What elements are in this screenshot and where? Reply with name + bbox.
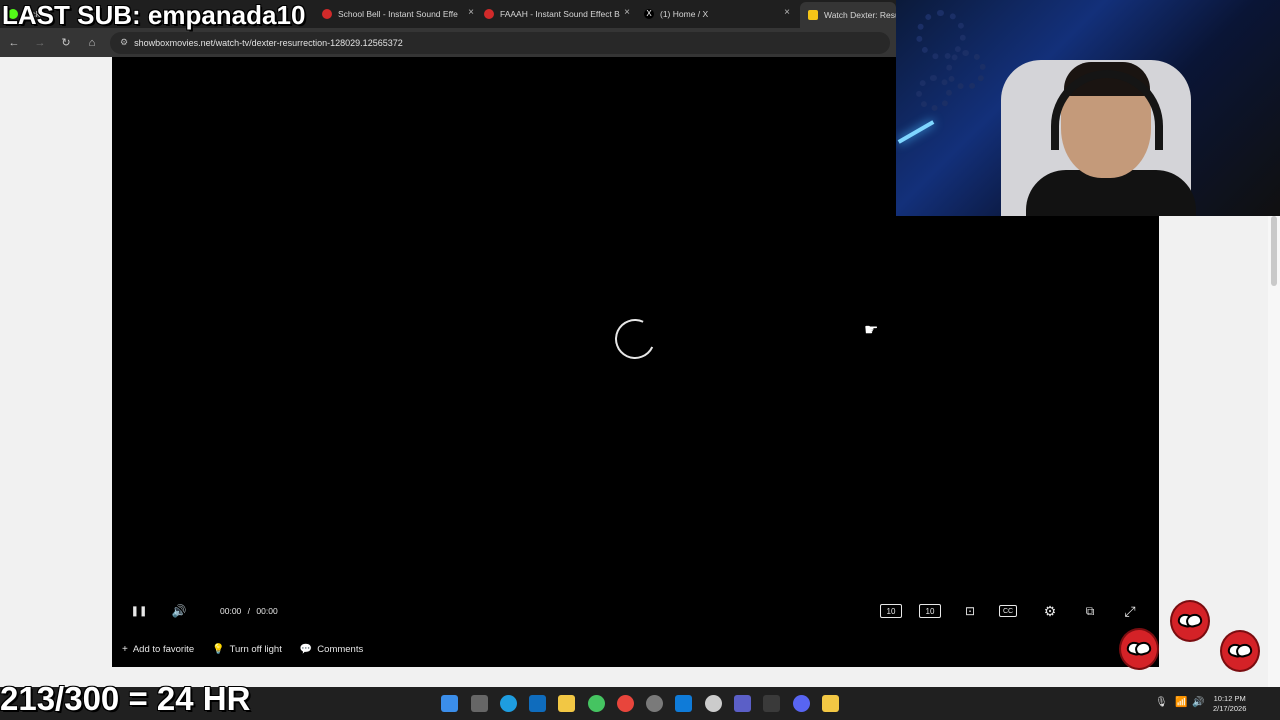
turn-off-light-button[interactable]: 💡 Turn off light	[212, 644, 282, 655]
action-label: Turn off light	[229, 644, 282, 655]
time-separator: /	[247, 606, 251, 616]
captions-button[interactable]: CC	[999, 605, 1017, 617]
chrome-icon[interactable]	[617, 695, 634, 712]
time-display: 00:00 / 00:00	[220, 606, 278, 616]
fullscreen-button[interactable]: ⤢	[1119, 602, 1141, 620]
pause-button[interactable]: ❚❚	[128, 602, 150, 620]
back-icon[interactable]: ←	[2, 31, 26, 55]
close-tab-icon[interactable]: ×	[784, 7, 790, 18]
spiderman-sticker-icon	[1170, 600, 1210, 642]
lightbulb-icon: 💡	[212, 644, 225, 655]
add-to-favorite-button[interactable]: + Add to favorite	[122, 644, 194, 655]
action-label: Add to favorite	[132, 644, 195, 655]
wifi-icon[interactable]: 📶	[1175, 697, 1187, 708]
player-action-bar: + Add to favorite 💡 Turn off light 💬 Com…	[112, 632, 1159, 667]
tab-title: FAAAH - Instant Sound Effect B	[500, 9, 620, 19]
file-explorer-icon[interactable]	[558, 695, 575, 712]
current-time: 00:00	[220, 606, 242, 616]
scrollbar-track[interactable]	[1268, 216, 1280, 687]
store-icon[interactable]	[675, 695, 692, 712]
discord-icon[interactable]	[793, 695, 810, 712]
bluestacks-icon[interactable]	[822, 695, 839, 712]
x-favicon-icon: X	[644, 9, 654, 19]
url-text[interactable]: showboxmovies.net/watch-tv/dexter-resurr…	[134, 38, 403, 48]
loading-spinner-icon	[609, 313, 661, 365]
forward-icon[interactable]: →	[28, 31, 52, 55]
sub-counter-overlay: 213/300 = 24 HR	[0, 680, 251, 717]
action-label: Comments	[317, 644, 364, 655]
task-view-icon[interactable]	[471, 695, 488, 712]
settings-button[interactable]: ⚙	[1039, 602, 1061, 620]
tab-title: (1) Home / X	[660, 9, 709, 19]
reload-icon[interactable]: ↻	[54, 31, 78, 55]
system-clock[interactable]: 10:12 PM 2/17/2026	[1213, 694, 1246, 714]
close-tab-icon[interactable]: ×	[624, 7, 630, 18]
close-tab-icon[interactable]: ×	[468, 7, 474, 18]
screen: Kick School Bell - Instant Sound Effe × …	[0, 0, 1280, 720]
edge-icon[interactable]	[500, 695, 517, 712]
volume-button[interactable]: 🔊	[168, 602, 190, 620]
player-controls: ❚❚ 🔊 00:00 / 00:00 10 10 ⊡ CC ⚙ ⧉ ⤢	[112, 592, 1159, 632]
spiderman-sticker-icon	[1119, 628, 1159, 670]
address-bar[interactable]: ⚙ showboxmovies.net/watch-tv/dexter-resu…	[110, 31, 890, 54]
tab-title: Watch Dexter: Resurr	[824, 10, 896, 20]
comments-button[interactable]: 💬 Comments	[300, 644, 363, 655]
app-icon[interactable]	[763, 695, 780, 712]
start-icon[interactable]	[441, 695, 458, 712]
teams-icon[interactable]	[734, 695, 751, 712]
gear-decoration-icon	[916, 75, 952, 111]
tab-x-home[interactable]: X (1) Home / X ×	[644, 4, 794, 24]
neon-light	[897, 120, 935, 144]
sound-favicon-icon	[484, 9, 494, 19]
tab-title: School Bell - Instant Sound Effe	[338, 9, 458, 19]
tab-faaah[interactable]: FAAAH - Instant Sound Effect B ×	[484, 4, 634, 24]
comment-icon: 💬	[299, 644, 313, 655]
spiderman-sticker-icon	[1220, 630, 1260, 672]
tab-school-bell[interactable]: School Bell - Instant Sound Effe ×	[322, 4, 478, 24]
volume-icon[interactable]: 🔊	[1192, 697, 1204, 708]
plus-icon: +	[122, 644, 128, 655]
hand-cursor-icon: ☛	[864, 322, 879, 339]
gear-decoration-icon	[946, 50, 986, 90]
tab-watch-dexter[interactable]: Watch Dexter: Resurr	[800, 2, 896, 28]
scrollbar-thumb[interactable]	[1271, 216, 1277, 286]
showbox-favicon-icon	[808, 10, 818, 20]
chatgpt-icon[interactable]	[646, 695, 663, 712]
clock-time: 10:12 PM	[1213, 694, 1246, 703]
duration: 00:00	[256, 606, 278, 616]
sound-favicon-icon	[322, 9, 332, 19]
picture-in-picture-button[interactable]: ⧉	[1079, 602, 1101, 620]
microphone-icon[interactable]: 🎙	[1155, 697, 1168, 708]
browser-toolbar: ← → ↻ ⌂ ⚙ showboxmovies.net/watch-tv/dex…	[0, 28, 896, 57]
alienware-icon[interactable]	[705, 695, 722, 712]
site-settings-icon[interactable]: ⚙	[120, 37, 128, 48]
outlook-icon[interactable]	[529, 695, 546, 712]
last-sub-overlay: LAST SUB: empanada10	[2, 0, 306, 30]
clock-date: 2/17/2026	[1213, 704, 1247, 713]
webcam-overlay	[896, 0, 1280, 216]
forward-10-button[interactable]: 10	[919, 604, 941, 618]
cast-button[interactable]: ⊡	[959, 602, 981, 620]
rewind-10-button[interactable]: 10	[880, 604, 902, 618]
xbox-icon[interactable]	[588, 695, 605, 712]
home-icon[interactable]: ⌂	[80, 31, 104, 55]
